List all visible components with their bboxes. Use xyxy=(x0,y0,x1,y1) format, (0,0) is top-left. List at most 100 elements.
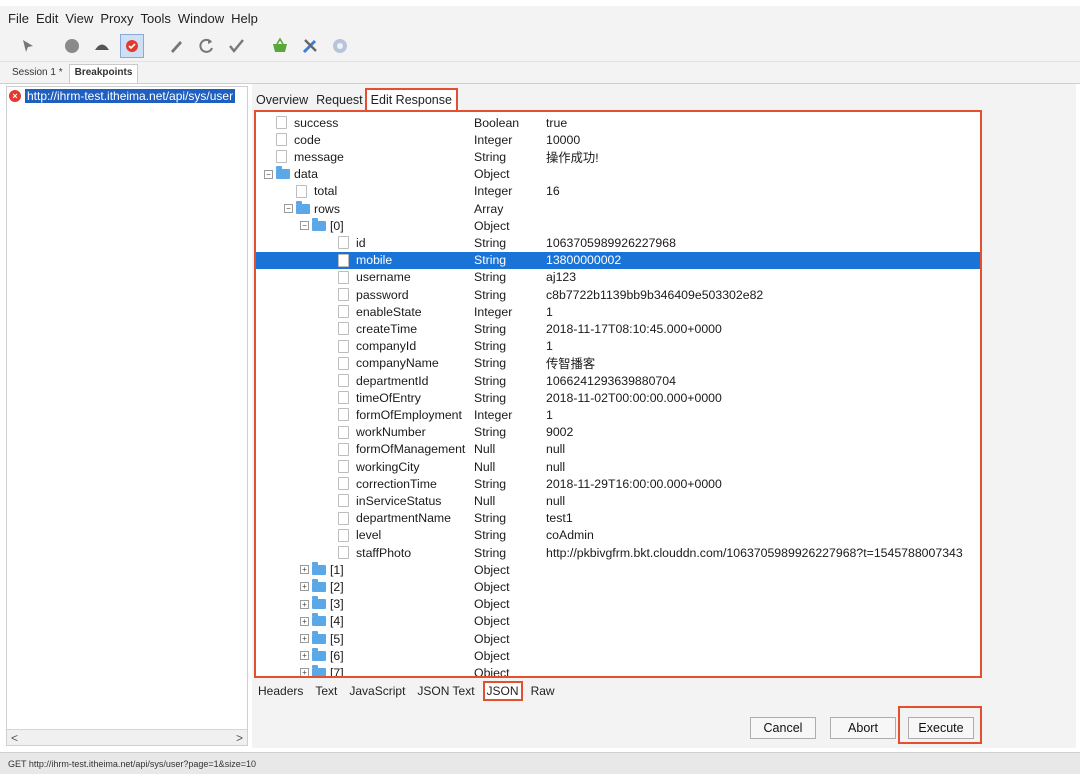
throttle-icon[interactable] xyxy=(90,34,114,58)
tree-row[interactable]: timeOfEntry String 2018-11-02T00:00:00.000… xyxy=(256,389,980,406)
horizontal-scrollbar[interactable]: < > xyxy=(7,729,247,745)
refresh-icon[interactable] xyxy=(194,34,218,58)
response-view-tabs: Headers Text JavaScript JSON Text JSON R… xyxy=(256,681,565,701)
tab-json[interactable]: JSON xyxy=(482,681,523,701)
menu-file[interactable]: File xyxy=(8,11,29,26)
document-icon xyxy=(338,477,349,491)
tree-row-name: username xyxy=(356,270,411,285)
tools-icon[interactable] xyxy=(298,34,322,58)
tree-row[interactable]: + [2] Object xyxy=(256,578,980,595)
tree-row[interactable]: workingCity Null null xyxy=(256,458,980,475)
tree-row-name: mobile xyxy=(356,253,393,268)
tree-row[interactable]: − data Object xyxy=(256,166,980,183)
tree-row[interactable]: + [5] Object xyxy=(256,630,980,647)
tree-row[interactable]: workNumber String 9002 xyxy=(256,424,980,441)
tree-row-name: message xyxy=(294,149,344,164)
tree-row[interactable]: mobile String 13800000002 xyxy=(256,251,980,269)
tree-row-name: [2] xyxy=(330,579,344,594)
expand-icon[interactable]: + xyxy=(300,582,309,592)
tree-row-type: String xyxy=(474,545,507,560)
scroll-right-icon[interactable]: > xyxy=(236,731,243,745)
document-icon xyxy=(338,253,349,267)
tree-row[interactable]: + [6] Object xyxy=(256,647,980,664)
tree-row[interactable]: correctionTime String 2018-11-29T16:00:00.… xyxy=(256,475,980,492)
document-icon xyxy=(338,305,349,319)
tree-row[interactable]: createTime String 2018-11-17T08:10:45.000+… xyxy=(256,320,980,337)
menu-view[interactable]: View xyxy=(65,11,93,26)
expand-icon[interactable]: + xyxy=(300,616,309,626)
tree-row[interactable]: formOfManagement Null null xyxy=(256,441,980,458)
tree-row[interactable]: id String 1063705989926227968 xyxy=(256,234,980,251)
tree-row[interactable]: companyName String 传智播客 xyxy=(256,355,980,372)
json-tree: success Boolean true code Integer 10000 messag… xyxy=(254,110,982,678)
tab-headers[interactable]: Headers xyxy=(256,683,305,699)
document-icon xyxy=(338,236,349,250)
tab-edit-response[interactable]: Edit Response xyxy=(364,88,458,112)
tab-breakpoints[interactable]: Breakpoints xyxy=(68,64,139,83)
menu-help[interactable]: Help xyxy=(231,11,258,26)
pointer-icon[interactable] xyxy=(16,34,40,58)
execute-button[interactable]: Execute xyxy=(908,717,974,739)
abort-button[interactable]: Abort xyxy=(830,717,896,739)
tree-row-value: null xyxy=(546,442,566,457)
tree-row[interactable]: + [7] Object xyxy=(256,664,980,676)
tree-row[interactable]: password String c8b7722b1139bb9b346409e503… xyxy=(256,286,980,303)
tab-json-text[interactable]: JSON Text xyxy=(415,683,476,699)
tree-row[interactable]: inServiceStatus Null null xyxy=(256,492,980,509)
tab-overview[interactable]: Overview xyxy=(252,90,312,110)
tree-row[interactable]: username String aj123 xyxy=(256,269,980,286)
pen-icon[interactable] xyxy=(164,34,188,58)
expand-icon[interactable]: + xyxy=(300,634,309,644)
action-bar: Cancel Abort Execute xyxy=(252,706,1076,748)
collapse-icon[interactable]: − xyxy=(300,221,309,231)
tree-row-type: Integer xyxy=(474,304,513,319)
expand-icon[interactable]: + xyxy=(300,651,309,661)
tree-row[interactable]: enableState Integer 1 xyxy=(256,303,980,320)
toolbar xyxy=(0,30,1080,62)
document-icon xyxy=(338,528,349,542)
breakpoint-icon[interactable] xyxy=(120,33,144,58)
tree-row[interactable]: formOfEmployment Integer 1 xyxy=(256,406,980,423)
tree-row[interactable]: companyId String 1 xyxy=(256,338,980,355)
tree-row-value: 10000 xyxy=(546,132,581,147)
tree-row-value: 16 xyxy=(546,184,560,199)
document-icon xyxy=(338,425,349,439)
tab-request[interactable]: Request xyxy=(312,90,367,110)
tab-javascript[interactable]: JavaScript xyxy=(347,683,407,699)
collapse-icon[interactable]: − xyxy=(264,169,273,179)
tree-row[interactable]: departmentName String test1 xyxy=(256,510,980,527)
expand-icon[interactable]: + xyxy=(300,565,309,575)
basket-icon[interactable] xyxy=(268,34,292,58)
breakpoint-list-item[interactable]: × http://ihrm-test.itheima.net/api/sys/u… xyxy=(9,88,247,104)
collapse-icon[interactable]: − xyxy=(284,204,293,214)
tree-row-name: level xyxy=(356,528,382,543)
tree-row[interactable]: − [0] Object xyxy=(256,217,980,234)
tree-row[interactable]: level String coAdmin xyxy=(256,527,980,544)
scroll-left-icon[interactable]: < xyxy=(11,731,18,745)
settings-icon[interactable] xyxy=(328,34,352,58)
cancel-button[interactable]: Cancel xyxy=(750,717,816,739)
tab-text[interactable]: Text xyxy=(313,683,339,699)
menu-window[interactable]: Window xyxy=(178,11,224,26)
tree-row[interactable]: success Boolean true xyxy=(256,114,980,131)
tree-row[interactable]: staffPhoto String http://pkbivgfrm.bkt.clo… xyxy=(256,544,980,561)
menu-edit[interactable]: Edit xyxy=(36,11,58,26)
check-icon[interactable] xyxy=(224,34,248,58)
tree-row[interactable]: − rows Array xyxy=(256,200,980,217)
tree-row[interactable]: + [1] Object xyxy=(256,561,980,578)
menu-proxy[interactable]: Proxy xyxy=(100,11,133,26)
tree-row[interactable]: departmentId String 1066241293639880704 xyxy=(256,372,980,389)
tree-row[interactable]: + [3] Object xyxy=(256,596,980,613)
tree-row[interactable]: + [4] Object xyxy=(256,613,980,630)
record-icon[interactable] xyxy=(60,34,84,58)
menu-tools[interactable]: Tools xyxy=(141,11,171,26)
tree-row[interactable]: total Integer 16 xyxy=(256,183,980,200)
tree-row-value: coAdmin xyxy=(546,528,594,543)
tree-row-type: String xyxy=(474,476,507,491)
expand-icon[interactable]: + xyxy=(300,599,309,609)
tab-session-1[interactable]: Session 1 * xyxy=(6,64,69,83)
expand-icon[interactable]: + xyxy=(300,668,309,676)
tab-raw[interactable]: Raw xyxy=(529,683,557,699)
tree-row[interactable]: message String 操作成功! xyxy=(256,148,980,165)
tree-row[interactable]: code Integer 10000 xyxy=(256,131,980,148)
